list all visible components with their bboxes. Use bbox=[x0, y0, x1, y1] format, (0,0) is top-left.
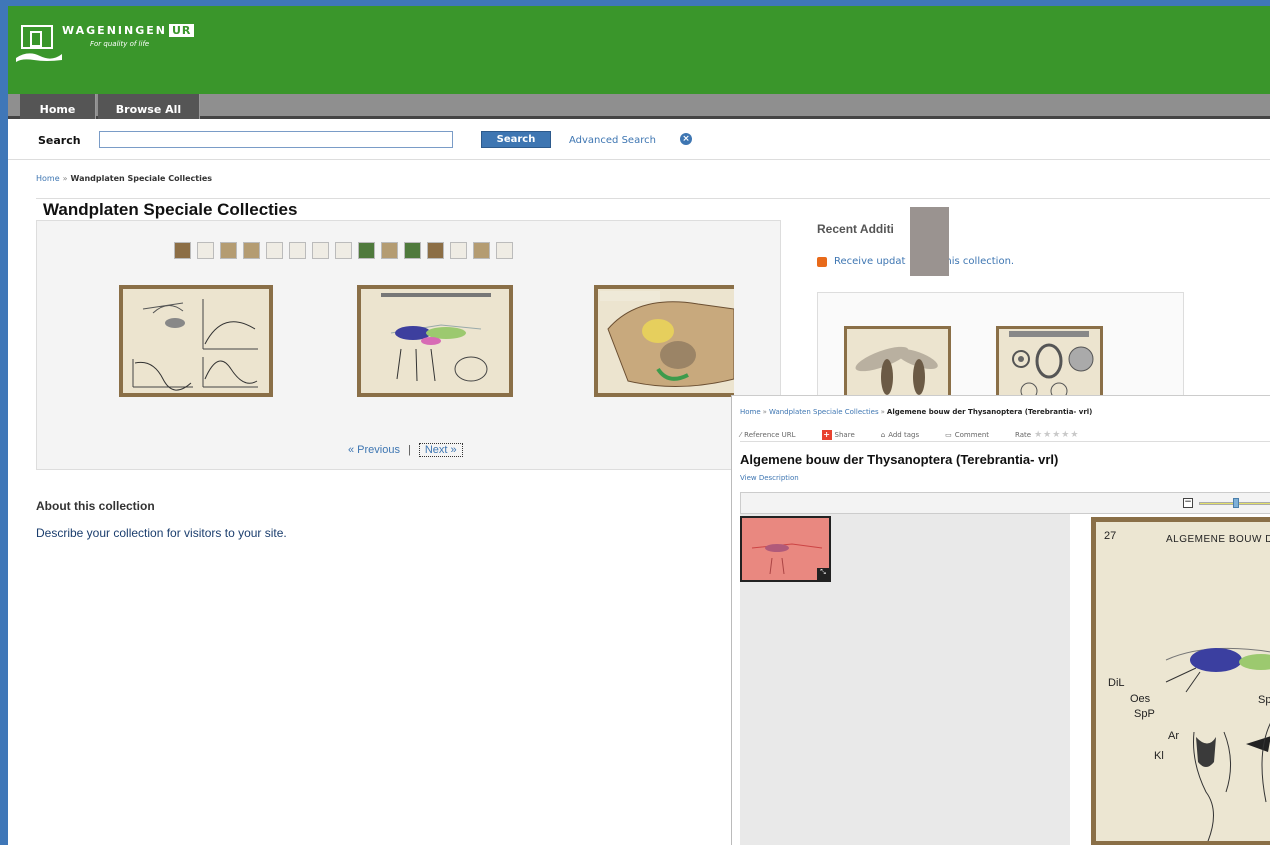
rate-control[interactable]: Rate ★★★★★ bbox=[1015, 430, 1079, 440]
zoom-out-icon[interactable]: − bbox=[1183, 498, 1193, 508]
next-link[interactable]: Next » bbox=[418, 443, 463, 457]
carousel-thumbnail[interactable] bbox=[197, 242, 214, 259]
about-heading: About this collection bbox=[36, 499, 155, 513]
detail-breadcrumb-separator: » bbox=[762, 408, 767, 416]
search-button[interactable]: Search bbox=[481, 131, 551, 148]
detail-breadcrumb-current: Algemene bouw der Thysanoptera (Terebran… bbox=[886, 408, 1093, 416]
plate-thysanoptera-illustration bbox=[381, 293, 491, 382]
detail-breadcrumb-separator: » bbox=[880, 408, 885, 416]
carousel-thumbnail[interactable] bbox=[266, 242, 283, 259]
navigator-plate-illustration bbox=[751, 543, 823, 575]
plate-label: Ar bbox=[1168, 730, 1179, 742]
carousel-thumbnail[interactable] bbox=[358, 242, 375, 259]
site-header: WAGENINGEN UR For quality of life bbox=[8, 6, 1270, 94]
breadcrumb-separator: » bbox=[62, 174, 68, 183]
detail-page-overlay: Home» Wandplaten Speciale Collecties» Alge… bbox=[731, 395, 1270, 845]
breadcrumb-current: Wandplaten Speciale Collecties bbox=[70, 174, 213, 183]
carousel-thumbnail[interactable] bbox=[335, 242, 352, 259]
detail-title: Algemene bouw der Thysanoptera (Terebran… bbox=[740, 452, 1059, 467]
page-title: Wandplaten Speciale Collecties bbox=[36, 198, 1270, 220]
carousel-thumbnail[interactable] bbox=[427, 242, 444, 259]
detail-breadcrumb: Home» Wandplaten Speciale Collecties» Alge… bbox=[740, 408, 1092, 416]
recent-additions-heading: Recent Additi bbox=[817, 222, 894, 236]
share-icon: + bbox=[821, 429, 832, 440]
link-icon: ⁄ bbox=[740, 430, 742, 439]
carousel-thumbnail[interactable] bbox=[220, 242, 237, 259]
browser-page: WAGENINGEN UR For quality of life Home Br… bbox=[8, 6, 1270, 845]
occluding-overlay bbox=[910, 207, 949, 276]
carousel-pager: « Previous | Next » bbox=[348, 443, 463, 457]
clear-search-icon[interactable]: × bbox=[680, 133, 692, 145]
share-button[interactable]: + Share bbox=[821, 429, 855, 440]
add-tags-label: Add tags bbox=[888, 430, 920, 439]
recent-additions-panel bbox=[817, 292, 1184, 416]
viewer-plate-image[interactable]: 27 ALGEMENE BOUW DE DiL Oes SpP SpK Ar K… bbox=[1091, 517, 1270, 845]
view-description-link[interactable]: View Description bbox=[740, 474, 799, 482]
rss-icon[interactable] bbox=[817, 257, 827, 267]
comment-label: Comment bbox=[954, 430, 990, 439]
carousel-thumbnail[interactable] bbox=[404, 242, 421, 259]
carousel-thumbnail[interactable] bbox=[450, 242, 467, 259]
viewer-navigator-thumbnail[interactable]: ⤡ bbox=[740, 516, 831, 582]
plate-graphs-illustration bbox=[132, 299, 258, 391]
carousel-thumbnail[interactable] bbox=[381, 242, 398, 259]
thumbnail-strip bbox=[174, 242, 513, 262]
brand-name: WAGENINGEN bbox=[62, 24, 167, 37]
plate-label: DiL bbox=[1108, 677, 1125, 689]
viewer-toolbar: − bbox=[740, 492, 1270, 514]
tag-icon: ⌂ bbox=[880, 430, 886, 439]
tab-browse-all[interactable]: Browse All bbox=[98, 94, 200, 119]
plate-label: SpP bbox=[1134, 708, 1155, 720]
pager-separator: | bbox=[407, 444, 411, 456]
plate-label: SpK bbox=[1258, 694, 1270, 706]
reference-url-label: Reference URL bbox=[744, 430, 796, 439]
previous-link[interactable]: « Previous bbox=[348, 444, 400, 456]
navigator-expand-icon[interactable]: ⤡ bbox=[817, 568, 829, 580]
search-bar: Search Search Advanced Search × bbox=[8, 122, 1270, 160]
comment-icon: ▭ bbox=[945, 430, 952, 439]
carousel-thumbnail[interactable] bbox=[312, 242, 329, 259]
add-tags-button[interactable]: ⌂ Add tags bbox=[881, 431, 919, 439]
carousel-thumbnail[interactable] bbox=[289, 242, 306, 259]
carousel-thumbnail[interactable] bbox=[496, 242, 513, 259]
share-label: Share bbox=[834, 430, 855, 439]
detail-breadcrumb-collection[interactable]: Wandplaten Speciale Collecties bbox=[769, 408, 879, 416]
zoom-slider-handle[interactable] bbox=[1233, 498, 1239, 508]
detail-toolbar: ⁄ Reference URL + Share ⌂ Add tags ▭ Comment… bbox=[740, 428, 1270, 442]
carousel-thumbnail[interactable] bbox=[473, 242, 490, 259]
plate-label: Kl bbox=[1154, 750, 1164, 762]
breadcrumb-home-link[interactable]: Home bbox=[36, 174, 60, 183]
search-input[interactable] bbox=[99, 131, 453, 148]
collection-carousel: « Previous | Next » bbox=[36, 220, 781, 470]
comment-button[interactable]: ▭ Comment bbox=[945, 431, 989, 439]
tab-bar: Home Browse All bbox=[8, 94, 1270, 119]
rating-stars-icon[interactable]: ★★★★★ bbox=[1034, 430, 1079, 440]
tab-home[interactable]: Home bbox=[20, 94, 96, 119]
wageningen-logo[interactable]: WAGENINGEN UR For quality of life bbox=[16, 20, 246, 66]
advanced-search-link[interactable]: Advanced Search bbox=[569, 135, 656, 146]
reference-url-button[interactable]: ⁄ Reference URL bbox=[740, 431, 796, 439]
rate-label: Rate bbox=[1015, 430, 1032, 439]
carousel-thumbnail[interactable] bbox=[174, 242, 191, 259]
carousel-plate-section[interactable] bbox=[594, 285, 734, 397]
carousel-plate-thysanoptera[interactable] bbox=[357, 285, 513, 397]
about-text: Describe your collection for visitors to… bbox=[36, 526, 287, 540]
rss-link-text-start: Receive updat bbox=[834, 256, 906, 267]
search-label: Search bbox=[38, 134, 81, 147]
plate-label: Oes bbox=[1130, 693, 1151, 705]
plate-section-illustration bbox=[600, 291, 734, 388]
carousel-thumbnail[interactable] bbox=[243, 242, 260, 259]
brand-badge: UR bbox=[168, 24, 195, 37]
wageningen-logo-icon bbox=[16, 25, 62, 62]
carousel-plate-graphs[interactable] bbox=[119, 285, 273, 397]
breadcrumb: Home» Wandplaten Speciale Collecties bbox=[36, 174, 212, 183]
rss-link-text-end: his collection. bbox=[945, 256, 1015, 267]
detail-breadcrumb-home[interactable]: Home bbox=[740, 408, 761, 416]
brand-slogan: For quality of life bbox=[90, 40, 150, 48]
